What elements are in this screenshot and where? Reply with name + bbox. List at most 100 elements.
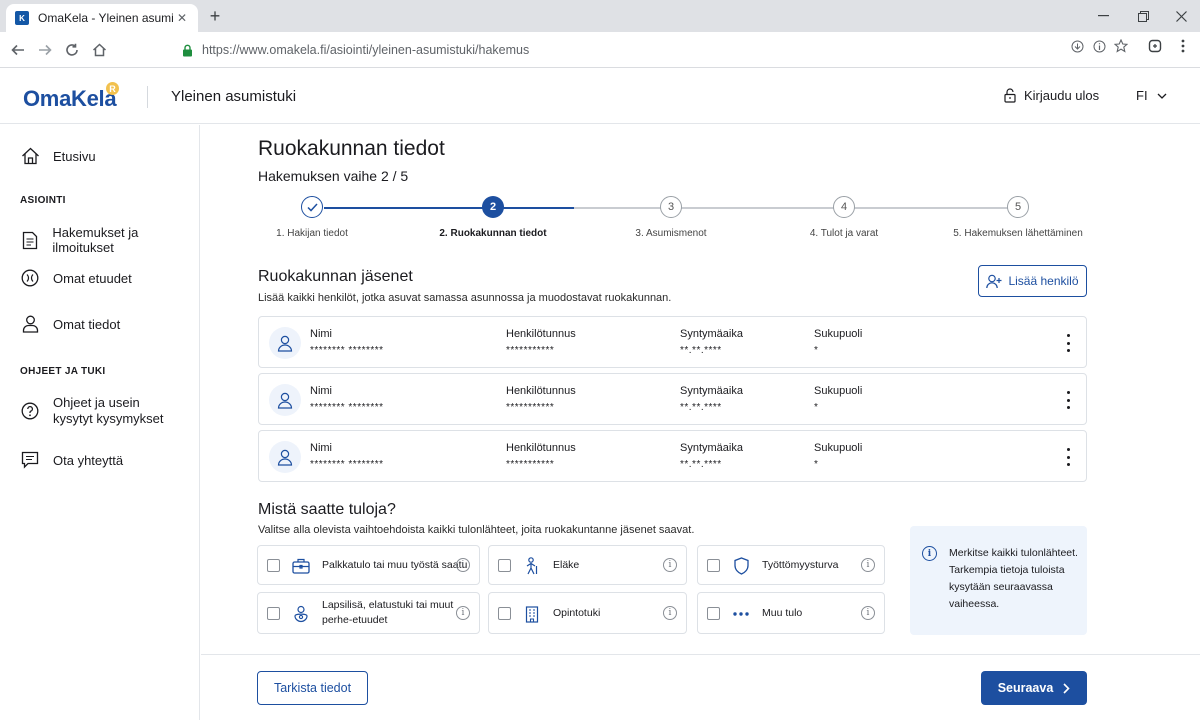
info-icon[interactable]: i <box>456 558 470 572</box>
income-option-label: Työttömyysturva <box>762 559 839 571</box>
question-circle-icon <box>20 401 40 421</box>
logout-button[interactable]: Kirjaudu ulos <box>1004 88 1099 103</box>
member-birthdate-field: Syntymäaika **.**.**** <box>680 328 743 356</box>
step-1-circle <box>301 196 323 218</box>
info-icon[interactable]: i <box>663 606 677 620</box>
field-label: Henkilötunnus <box>506 385 576 397</box>
person-cane-icon <box>523 557 541 575</box>
income-option-label: Lapsilisä, elatustuki tai muut perhe-etu… <box>322 598 453 628</box>
logout-label: Kirjaudu ulos <box>1024 88 1100 103</box>
address-bar[interactable]: https://www.omakela.fi/asiointi/yleinen-… <box>172 36 1138 64</box>
sidebar-item-my-info[interactable]: Omat tiedot <box>20 314 120 334</box>
user-icon <box>20 314 40 334</box>
more-vertical-icon[interactable] <box>1064 391 1072 409</box>
income-option-pension[interactable]: Eläke i <box>488 545 687 585</box>
step-4-circle: 4 <box>833 196 855 218</box>
kela-favicon-icon: K <box>15 11 29 25</box>
add-person-button[interactable]: Lisää henkilö <box>978 265 1087 297</box>
logo-badge: R <box>106 82 119 95</box>
close-window-icon[interactable] <box>1164 4 1198 28</box>
language-selector[interactable]: FI <box>1136 88 1167 103</box>
forward-arrow-icon[interactable] <box>33 38 57 62</box>
member-card[interactable]: Nimi ******** ******** Henkilötunnus ***… <box>258 373 1087 425</box>
info-icon: i <box>922 546 937 561</box>
field-label: Syntymäaika <box>680 442 743 454</box>
app-header: OmaKela R Yleinen asumistuki Kirjaudu ul… <box>0 69 1200 124</box>
sidebar-item-contact[interactable]: Ota yhteyttä <box>20 450 123 470</box>
next-button[interactable]: Seuraava <box>981 671 1087 705</box>
income-checkbox[interactable] <box>267 607 280 620</box>
member-ssn-field: Henkilötunnus *********** <box>506 385 576 413</box>
faq-label-line2: kysytyt kysymykset <box>53 411 164 426</box>
step-2-label: 2. Ruokakunnan tiedot <box>439 228 547 239</box>
omakela-logo[interactable]: OmaKela <box>23 86 117 112</box>
income-checkbox[interactable] <box>498 559 511 572</box>
info-icon[interactable]: i <box>663 558 677 572</box>
sidebar-section-help: OHJEET JA TUKI <box>20 366 106 377</box>
padlock-icon <box>1004 88 1016 103</box>
income-checkbox[interactable] <box>267 559 280 572</box>
info-icon[interactable]: i <box>861 558 875 572</box>
member-name-field: Nimi ******** ******** <box>310 328 384 356</box>
field-label: Nimi <box>310 442 332 454</box>
members-section-title: Ruokakunnan jäsenet <box>258 268 413 285</box>
sidebar-item-benefits[interactable]: Omat etuudet <box>20 268 132 288</box>
field-value: *********** <box>506 402 555 413</box>
stepper-line-current <box>494 207 574 209</box>
member-card[interactable]: Nimi ******** ******** Henkilötunnus ***… <box>258 430 1087 482</box>
step-3-circle: 3 <box>660 196 682 218</box>
income-option-label: Eläke <box>553 559 580 571</box>
new-tab-icon[interactable]: + <box>205 5 225 27</box>
member-birthdate-field: Syntymäaika **.**.**** <box>680 442 743 470</box>
more-vertical-icon[interactable] <box>1064 448 1072 466</box>
field-value: ******** ******** <box>310 345 384 356</box>
tab-close-icon[interactable]: ✕ <box>174 11 190 25</box>
income-section-desc: Valitse alla olevista vaihtoehdoista kai… <box>258 524 695 536</box>
member-birthdate-field: Syntymäaika **.**.**** <box>680 385 743 413</box>
step-3-label: 3. Asumismenot <box>635 228 707 239</box>
income-checkbox[interactable] <box>498 607 511 620</box>
income-checkbox[interactable] <box>707 559 720 572</box>
info-icon[interactable]: i <box>456 606 470 620</box>
info-circle-icon[interactable] <box>1092 39 1106 53</box>
income-option-student-aid[interactable]: Opintotuki i <box>488 592 687 634</box>
page: K OmaKela - Yleinen asumistuki ✕ + <box>0 0 1200 720</box>
income-option-unemployment[interactable]: Työttömyysturva i <box>697 545 885 585</box>
field-label: Syntymäaika <box>680 328 743 340</box>
sidebar-item-applications[interactable]: Hakemukset ja ilmoitukset <box>20 225 199 255</box>
minimize-icon[interactable] <box>1086 4 1120 28</box>
review-details-button[interactable]: Tarkista tiedot <box>257 671 368 705</box>
browser-menu-icon[interactable] <box>1176 39 1190 53</box>
extensions-icon[interactable] <box>1148 39 1162 53</box>
restore-icon[interactable] <box>1126 4 1160 28</box>
member-name-field: Nimi ******** ******** <box>310 442 384 470</box>
chat-icon <box>20 450 40 470</box>
home-icon[interactable] <box>87 38 111 62</box>
back-arrow-icon[interactable] <box>6 38 30 62</box>
document-icon <box>20 230 39 250</box>
building-icon <box>523 605 541 623</box>
url-text: https://www.omakela.fi/asiointi/yleinen-… <box>202 43 530 57</box>
income-option-other[interactable]: Muu tulo i <box>697 592 885 634</box>
more-vertical-icon[interactable] <box>1064 334 1072 352</box>
field-value: **.**.**** <box>680 459 722 470</box>
family-icon <box>292 605 310 623</box>
tab-title: OmaKela - Yleinen asumistuki <box>38 11 174 25</box>
sidebar-item-home[interactable]: Etusivu <box>20 146 96 166</box>
income-option-salary[interactable]: Palkkatulo tai muu työstä saatu i <box>257 545 480 585</box>
field-value: **.**.**** <box>680 345 722 356</box>
reload-icon[interactable] <box>60 38 84 62</box>
bookmark-star-icon[interactable] <box>1114 39 1128 53</box>
more-dots-icon <box>732 605 750 623</box>
download-icon[interactable] <box>1070 39 1084 53</box>
member-card[interactable]: Nimi ******** ******** Henkilötunnus ***… <box>258 316 1087 368</box>
browser-tab[interactable]: K OmaKela - Yleinen asumistuki ✕ <box>6 4 198 32</box>
step-4-label: 4. Tulot ja varat <box>809 228 879 239</box>
language-label: FI <box>1136 88 1148 103</box>
sidebar-item-faq[interactable]: Ohjeet ja usein kysytyt kysymykset <box>20 395 164 427</box>
income-checkbox[interactable] <box>707 607 720 620</box>
house-icon <box>20 146 40 166</box>
members-section-desc: Lisää kaikki henkilöt, jotka asuvat sama… <box>258 292 672 304</box>
info-icon[interactable]: i <box>861 606 875 620</box>
income-option-family-benefits[interactable]: Lapsilisä, elatustuki tai muut perhe-etu… <box>257 592 480 634</box>
